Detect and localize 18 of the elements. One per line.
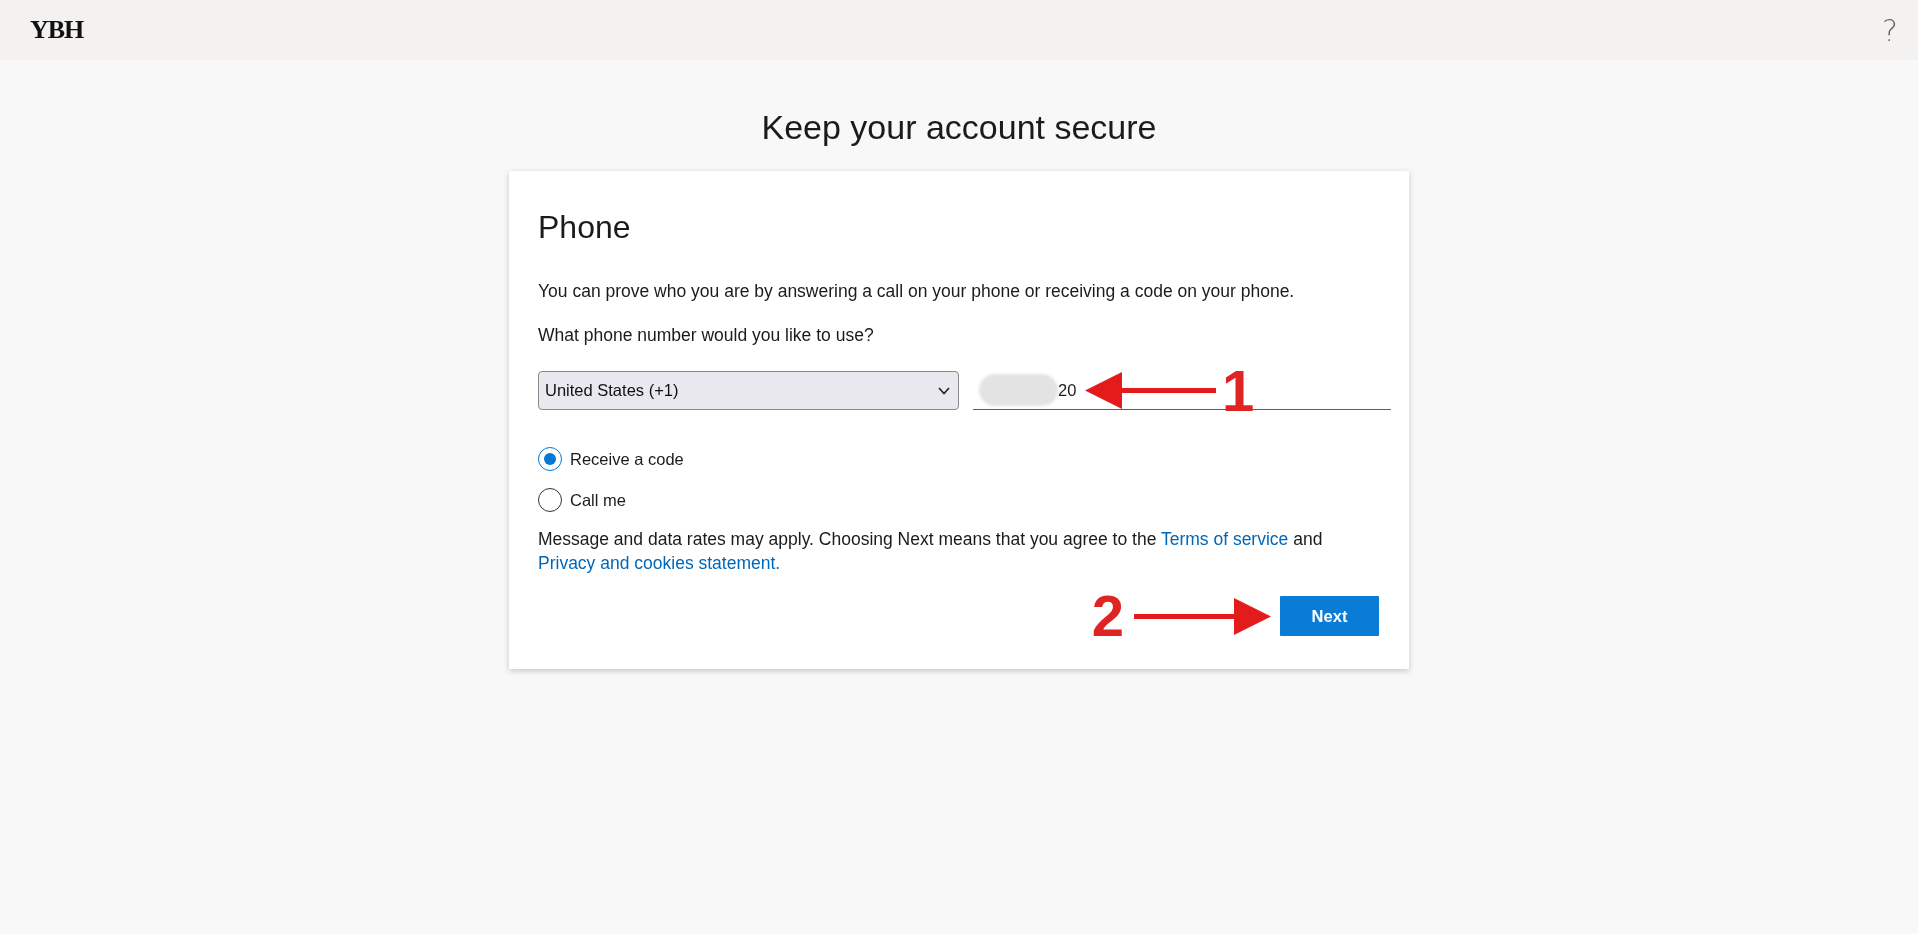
chevron-down-icon: [938, 386, 950, 395]
card-heading: Phone: [538, 208, 632, 247]
logo: YBH: [30, 15, 84, 45]
page-title: Keep your account secure: [761, 107, 1157, 148]
description-text: You can prove who you are by answering a call on your phone or receiving a code on your phone.: [538, 280, 1296, 303]
help-button[interactable]: ?: [1882, 12, 1898, 48]
callout-number: 2: [1091, 594, 1124, 638]
radio-button[interactable]: [538, 488, 562, 512]
radio-button[interactable]: [538, 447, 562, 471]
country-select[interactable]: United States (+1): [538, 371, 959, 410]
disclaimer-text: Message and data rates may apply. Choosing Next means that you agree to the Terms of service and Privacy and cookies statement.: [538, 528, 1324, 575]
radio-label: Receive a code: [570, 449, 684, 470]
question-text: What phone number would you like to use?: [538, 324, 875, 347]
radio-label: Call me: [570, 490, 626, 511]
privacy-link[interactable]: Privacy and cookies statement.: [538, 553, 781, 573]
terms-link[interactable]: Terms of service: [1160, 529, 1289, 549]
callout-number: 1: [1222, 368, 1255, 413]
next-button[interactable]: Next: [1280, 596, 1379, 636]
